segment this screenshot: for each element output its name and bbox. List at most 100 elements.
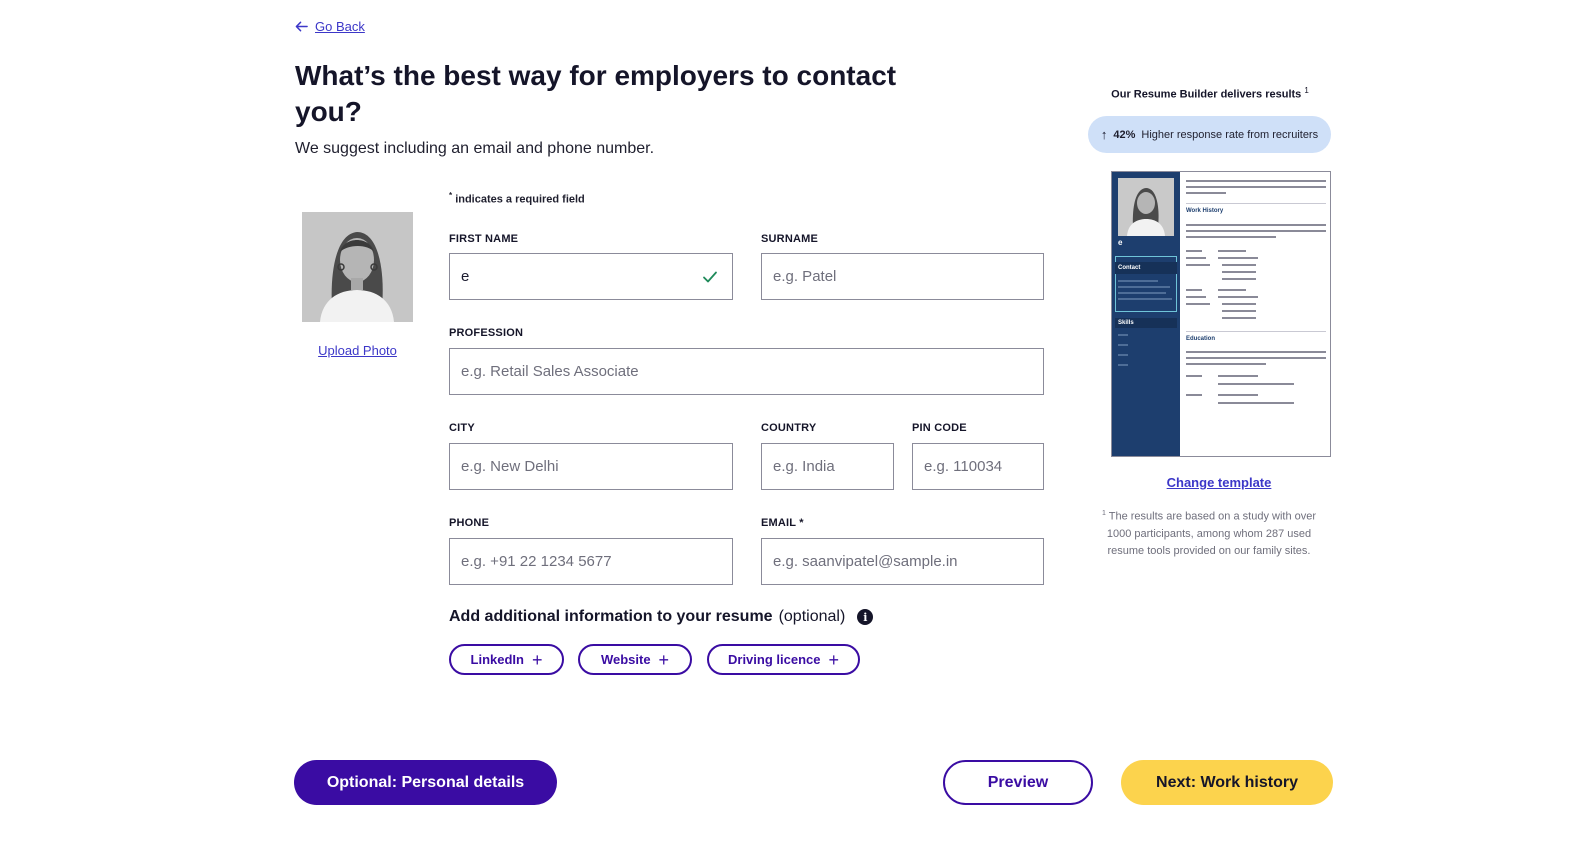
add-website-button[interactable]: Website + xyxy=(578,644,692,675)
resume-template-preview[interactable]: e Contact Skills Work History Education xyxy=(1111,171,1331,457)
template-work-line xyxy=(1186,257,1206,259)
template-work-line xyxy=(1222,271,1256,273)
arrow-up-icon: ↑ xyxy=(1100,127,1108,142)
template-edu-line xyxy=(1186,357,1326,359)
profession-label: PROFESSION xyxy=(449,327,524,339)
template-edu-line xyxy=(1218,375,1258,377)
template-work-line xyxy=(1222,264,1256,266)
template-work-line xyxy=(1186,303,1210,305)
add-driving-licence-button[interactable]: Driving licence + xyxy=(707,644,860,675)
chip-label: Website xyxy=(600,652,651,667)
optional-personal-details-button[interactable]: Optional: Personal details xyxy=(294,760,557,805)
template-skills-heading: Skills xyxy=(1115,318,1177,328)
template-contact-line xyxy=(1118,298,1172,300)
template-summary-line xyxy=(1186,192,1226,194)
phone-input[interactable] xyxy=(450,539,732,584)
template-work-line xyxy=(1218,296,1258,298)
template-work-history-heading: Work History xyxy=(1186,208,1224,214)
go-back-label: Go Back xyxy=(315,19,365,34)
template-name: e xyxy=(1118,238,1123,247)
profession-field[interactable] xyxy=(449,348,1044,395)
pin-code-input[interactable] xyxy=(913,444,1043,489)
footnote-marker: 1 xyxy=(1101,510,1106,517)
preview-button[interactable]: Preview xyxy=(943,760,1093,805)
first-name-label: FIRST NAME xyxy=(449,233,519,245)
template-edu-line xyxy=(1218,383,1294,385)
profile-photo-placeholder[interactable] xyxy=(302,212,413,322)
avatar-silhouette-icon xyxy=(302,212,413,322)
template-skill-line xyxy=(1118,344,1128,346)
upload-photo-link[interactable]: Upload Photo xyxy=(302,343,413,358)
info-icon[interactable]: i xyxy=(857,609,874,625)
go-back-link[interactable]: Go Back xyxy=(295,19,365,34)
chip-label: Driving licence xyxy=(728,652,821,667)
template-work-line xyxy=(1222,310,1256,312)
template-work-line xyxy=(1222,303,1256,305)
pin-code-label: PIN CODE xyxy=(912,422,967,434)
city-field[interactable] xyxy=(449,443,733,490)
avatar-silhouette-icon xyxy=(1118,178,1174,236)
template-work-line xyxy=(1186,230,1326,232)
template-divider xyxy=(1186,331,1326,332)
additional-info-heading: Add additional information to your resum… xyxy=(449,608,874,626)
template-work-line xyxy=(1222,278,1256,280)
additional-info-title: Add additional information to your resum… xyxy=(449,608,773,625)
template-edu-line xyxy=(1186,394,1202,396)
template-work-line xyxy=(1186,289,1202,291)
pin-code-field[interactable] xyxy=(912,443,1044,490)
required-field-note: * indicates a required field xyxy=(449,191,585,206)
first-name-input[interactable] xyxy=(450,254,732,299)
template-edu-line xyxy=(1186,363,1266,365)
template-contact-heading: Contact xyxy=(1115,262,1177,274)
results-footnote: 1 The results are based on a study with … xyxy=(1093,505,1325,560)
first-name-field[interactable] xyxy=(449,253,733,300)
plus-icon: + xyxy=(531,649,543,670)
template-skill-line xyxy=(1118,334,1128,336)
checkmark-icon xyxy=(703,271,717,283)
surname-label: SURNAME xyxy=(761,233,819,245)
template-work-line xyxy=(1186,296,1206,298)
template-work-line xyxy=(1218,250,1246,252)
add-linkedin-button[interactable]: LinkedIn + xyxy=(449,644,564,675)
footnote-text: The results are based on a study with ov… xyxy=(1106,510,1317,557)
template-divider xyxy=(1186,203,1326,204)
template-summary-line xyxy=(1186,180,1326,182)
email-field[interactable] xyxy=(761,538,1044,585)
phone-field[interactable] xyxy=(449,538,733,585)
template-summary-line xyxy=(1186,186,1326,188)
phone-label: PHONE xyxy=(449,517,490,529)
plus-icon: + xyxy=(658,649,670,670)
city-input[interactable] xyxy=(450,444,732,489)
country-field[interactable] xyxy=(761,443,894,490)
template-contact-line xyxy=(1118,280,1158,282)
chip-label: LinkedIn xyxy=(470,652,524,667)
template-work-line xyxy=(1186,264,1210,266)
required-marker: * xyxy=(449,191,453,200)
email-input[interactable] xyxy=(762,539,1043,584)
surname-field[interactable] xyxy=(761,253,1044,300)
template-edu-line xyxy=(1218,402,1294,404)
arrow-left-icon xyxy=(295,21,308,32)
template-photo xyxy=(1118,178,1174,236)
profession-input[interactable] xyxy=(450,349,1043,394)
template-contact-line xyxy=(1118,286,1170,288)
plus-icon: + xyxy=(828,649,839,670)
results-badge: ↑ 42% Higher response rate from recruite… xyxy=(1088,116,1331,153)
template-work-line xyxy=(1186,250,1202,252)
results-footnote-marker: 1 xyxy=(1304,86,1309,95)
template-work-line xyxy=(1218,289,1246,291)
next-work-history-button[interactable]: Next: Work history xyxy=(1121,760,1333,805)
surname-input[interactable] xyxy=(762,254,1043,299)
change-template-link[interactable]: Change template xyxy=(1090,475,1348,490)
template-work-line xyxy=(1186,236,1276,238)
country-input[interactable] xyxy=(762,444,893,489)
template-work-line xyxy=(1218,257,1258,259)
results-title: Our Resume Builder delivers results 1 xyxy=(1090,86,1330,101)
template-edu-line xyxy=(1186,375,1202,377)
results-title-text: Our Resume Builder delivers results xyxy=(1111,88,1302,101)
country-label: COUNTRY xyxy=(761,422,817,434)
city-label: CITY xyxy=(449,422,475,434)
page-subtitle: We suggest including an email and phone … xyxy=(295,140,655,157)
email-label: EMAIL * xyxy=(761,517,804,529)
template-work-line xyxy=(1222,317,1256,319)
